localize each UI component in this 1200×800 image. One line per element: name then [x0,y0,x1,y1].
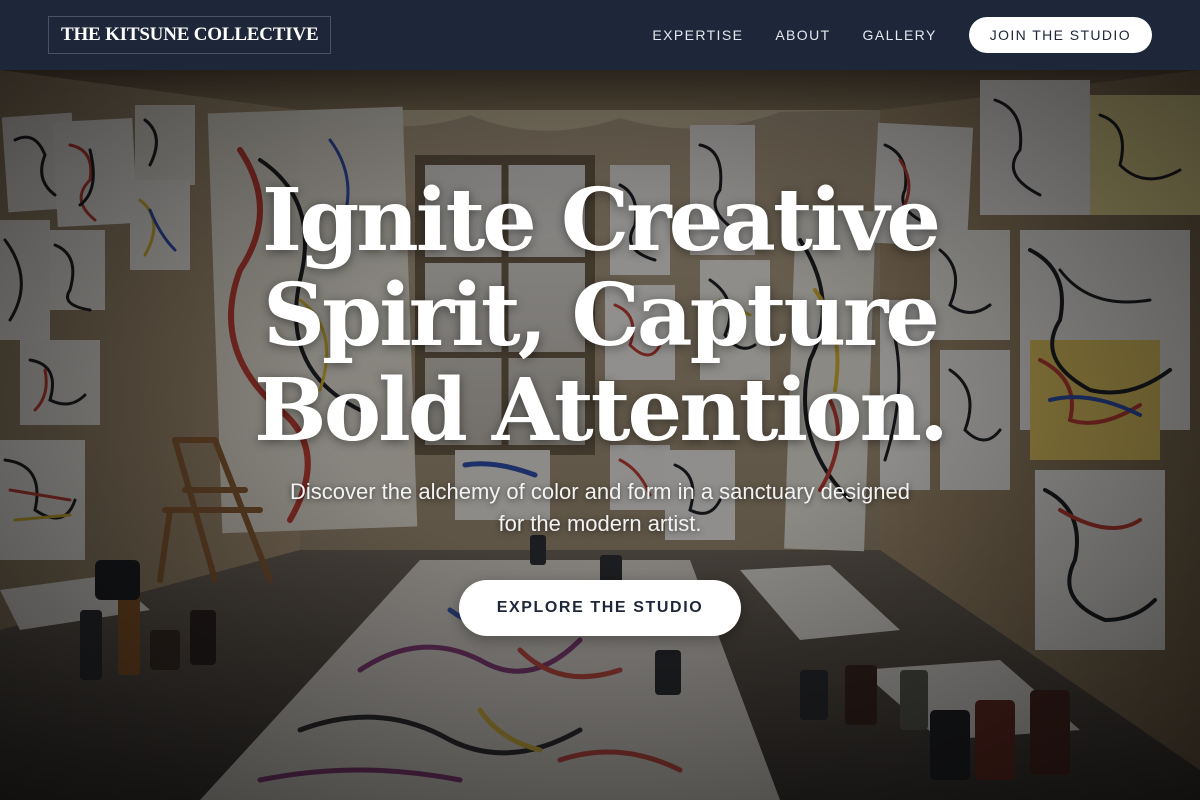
landing-page: THE KITSUNE COLLECTIVE EXPERTISE ABOUT G… [0,0,1200,800]
site-header: THE KITSUNE COLLECTIVE EXPERTISE ABOUT G… [0,0,1200,70]
nav-link-about[interactable]: ABOUT [775,27,830,43]
main-nav: EXPERTISE ABOUT GALLERY JOIN THE STUDIO [652,17,1152,53]
site-logo[interactable]: THE KITSUNE COLLECTIVE [48,16,332,54]
headline-line-2: Spirit, Capture [262,265,940,366]
hero-subtitle: Discover the alchemy of color and form i… [290,479,910,536]
headline-line-1: Ignite Creative [261,170,941,271]
nav-link-gallery[interactable]: GALLERY [863,27,937,43]
hero-section: Ignite Creative Spirit, Capture Bold Att… [0,70,1200,800]
nav-link-expertise[interactable]: EXPERTISE [652,27,743,43]
join-studio-button[interactable]: JOIN THE STUDIO [968,17,1152,53]
hero-headline: Ignite Creative Spirit, Capture Bold Att… [150,173,1050,458]
explore-studio-button[interactable]: EXPLORE THE STUDIO [459,580,741,636]
hero-content: Ignite Creative Spirit, Capture Bold Att… [0,70,1200,800]
headline-line-3: Bold Attention. [254,360,949,461]
